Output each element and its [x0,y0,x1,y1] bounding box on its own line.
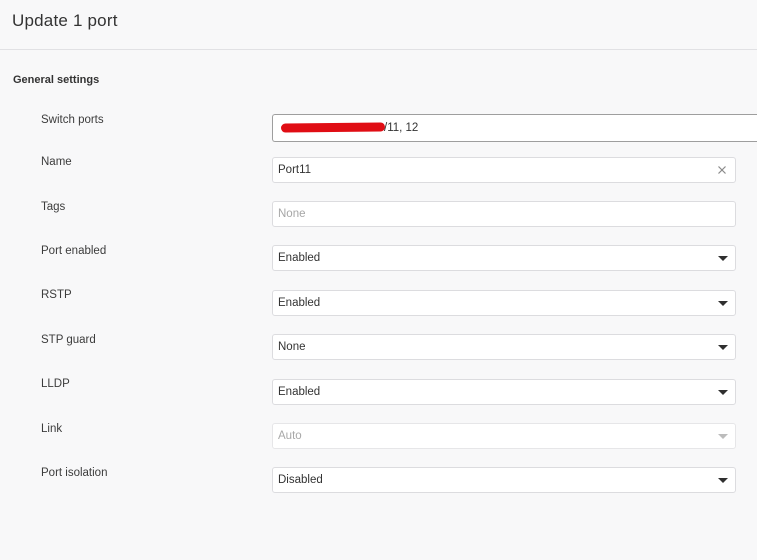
stp-guard-value: None [278,341,306,353]
tags-input[interactable]: None [272,201,736,227]
switch-ports-value: /11, 12 [384,122,419,134]
stp-guard-select[interactable]: None [272,334,736,360]
rstp-value: Enabled [278,297,321,309]
switch-ports-label: Switch ports [41,114,104,126]
port-isolation-select[interactable]: Disabled [272,467,736,493]
caret-down-icon [718,345,728,350]
lldp-label: LLDP [41,378,70,390]
tags-placeholder: None [278,208,306,220]
section-title: General settings [13,74,100,86]
rstp-select[interactable]: Enabled [272,290,736,316]
port-isolation-label: Port isolation [41,467,108,479]
link-select: Auto [272,423,736,449]
name-label: Name [41,156,72,168]
name-input[interactable]: Port11 [272,157,736,183]
tags-label: Tags [41,201,66,213]
port-isolation-value: Disabled [278,474,323,486]
caret-down-icon [718,434,728,439]
close-icon[interactable] [715,163,729,177]
port-enabled-value: Enabled [278,252,321,264]
page-header: Update 1 port [0,0,757,50]
stp-guard-label: STP guard [41,334,96,346]
lldp-select[interactable]: Enabled [272,379,736,405]
redaction-mark [280,122,386,133]
lldp-value: Enabled [278,386,321,398]
link-value: Auto [278,430,302,442]
switch-ports-field[interactable]: /11, 12 [272,114,757,142]
caret-down-icon [718,478,728,483]
caret-down-icon [718,390,728,395]
port-enabled-select[interactable]: Enabled [272,245,736,271]
caret-down-icon [718,256,728,261]
page-title: Update 1 port [12,11,118,30]
name-value: Port11 [278,164,312,176]
port-enabled-label: Port enabled [41,245,107,257]
link-label: Link [41,423,63,435]
rstp-label: RSTP [41,289,72,301]
caret-down-icon [718,301,728,306]
